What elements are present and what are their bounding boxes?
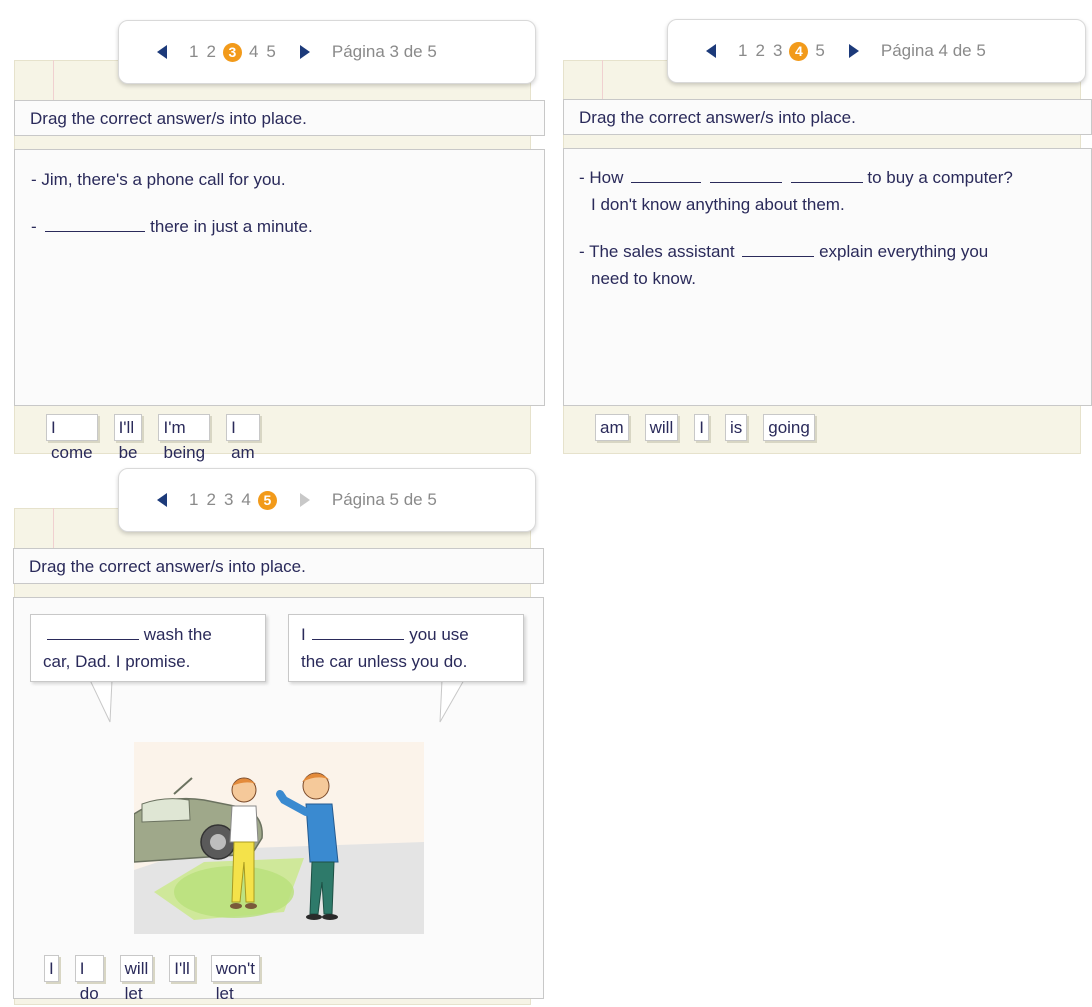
next-page-icon[interactable] [848,44,859,58]
dialogue-line-2: - there in just a minute. [31,213,544,240]
bubble-text: wash the [143,625,212,644]
paper-margin-line [53,508,54,548]
question-1-line-2: I don't know anything about them. [591,195,845,214]
answer-chip-tray: I I do will let I'll won't let [44,955,276,1003]
dialogue-text: there in just a minute. [150,217,313,236]
question-box: - How to buy a computer? I don't know an… [563,148,1092,406]
page-indicator-label: Página 4 de 5 [880,41,986,60]
answer-drop-slot[interactable] [742,238,815,257]
answer-drop-slot[interactable] [631,164,702,183]
dialogue-line-1: - Jim, there's a phone call for you. [31,170,286,189]
bubble-line-2: the car unless you do. [301,652,468,671]
bubble-text: I [301,625,306,644]
page-link-2[interactable]: 2 [755,41,764,61]
answer-chip[interactable]: I [694,414,709,441]
question-text: explain everything you [819,242,989,261]
answer-drop-slot[interactable] [45,213,146,232]
answer-chip[interactable]: I [44,955,59,982]
answer-chip-tray: I come I'll be I'm being I am [46,414,276,462]
page-link-2[interactable]: 2 [206,42,215,62]
answer-chip[interactable]: will [644,414,679,441]
bubble-text: you use [409,625,469,644]
current-page-badge: 5 [257,490,277,510]
question-1-line-1: - How to buy a computer? [579,164,1091,191]
previous-page-icon[interactable] [157,45,167,59]
answer-chip[interactable]: I'll [169,955,195,982]
page-link-3[interactable]: 3 [773,41,782,61]
pagination-bar: 1 2 3 4 5 Página 3 de 5 [118,20,536,84]
question-2-line-1: - The sales assistant explain everything… [579,238,1091,265]
answer-chip[interactable]: I am [226,414,260,462]
paper-margin-line [602,60,603,100]
answer-chip[interactable]: I'm being [158,414,211,462]
page-link-2[interactable]: 2 [206,490,215,510]
page-link-4[interactable]: 4 [249,42,258,62]
answer-drop-slot[interactable] [47,621,139,640]
page-link-3[interactable]: 3 [224,490,233,510]
next-page-icon[interactable] [299,45,310,59]
page-indicator-label: Página 5 de 5 [331,490,437,509]
bubble-line-1: wash the [43,621,253,648]
bubble-line-1: I you use [301,621,511,648]
answer-chip[interactable]: is [724,414,748,441]
answer-chip[interactable]: I do [74,955,104,1003]
current-page-badge: 4 [789,41,809,61]
answer-chip-tray: am will I is going [595,414,831,441]
page-link-1[interactable]: 1 [738,41,747,61]
instruction-bar: Drag the correct answer/s into place. [14,100,545,136]
question-box: - Jim, there's a phone call for you. - t… [14,149,545,406]
illustration-father-and-son [134,742,424,934]
page-link-1[interactable]: 1 [189,42,198,62]
speech-bubble-right: I you use the car unless you do. [288,614,524,682]
instruction-bar: Drag the correct answer/s into place. [13,548,544,584]
speech-bubble-tail [439,680,465,723]
page-indicator-label: Página 3 de 5 [331,42,437,61]
pagination-bar: 1 2 3 4 5 Página 4 de 5 [667,19,1086,83]
next-page-icon [299,493,310,507]
previous-page-icon[interactable] [157,493,167,507]
pagination-bar: 1 2 3 4 5 Página 5 de 5 [118,468,536,532]
answer-chip[interactable]: will let [119,955,154,1003]
page-link-4[interactable]: 4 [241,490,250,510]
question-2-line-2: need to know. [591,269,696,288]
answer-drop-slot[interactable] [312,621,405,640]
answer-chip[interactable]: am [595,414,629,441]
current-page-badge: 3 [222,42,242,62]
speech-bubble-left: wash the car, Dad. I promise. [30,614,266,682]
speech-bubble-tail [89,680,113,723]
answer-drop-slot[interactable] [790,164,863,183]
answer-chip[interactable]: won't let [210,955,260,1003]
answer-chip[interactable]: I'll be [113,414,143,462]
answer-drop-slot[interactable] [709,164,782,183]
page-link-5[interactable]: 5 [815,41,824,61]
question-text: - How [579,168,624,187]
answer-chip[interactable]: I come [46,414,98,462]
page-link-5[interactable]: 5 [266,42,275,62]
paper-margin-line [53,60,54,100]
instruction-bar: Drag the correct answer/s into place. [563,99,1092,135]
question-text: - The sales assistant [579,242,735,261]
bubble-line-2: car, Dad. I promise. [43,652,191,671]
answer-chip[interactable]: going [763,414,815,441]
dialogue-dash: - [31,217,37,236]
question-text: to buy a computer? [867,168,1013,187]
previous-page-icon[interactable] [706,44,716,58]
page-link-1[interactable]: 1 [189,490,198,510]
